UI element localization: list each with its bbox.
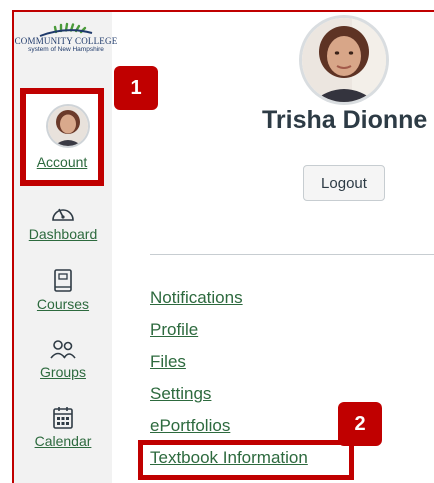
- profile-divider: [150, 254, 434, 255]
- calendar-icon: [53, 407, 73, 429]
- textbook-highlight-box: [138, 440, 354, 480]
- account-nav-label[interactable]: Account: [26, 154, 98, 170]
- callout-badge-1: 1: [114, 66, 158, 110]
- menu-link-settings[interactable]: Settings: [150, 384, 211, 404]
- sidebar-item-label[interactable]: Courses: [14, 296, 112, 312]
- logout-button[interactable]: Logout: [303, 165, 385, 201]
- account-avatar: [48, 106, 88, 146]
- menu-link-notifications[interactable]: Notifications: [150, 288, 243, 308]
- menu-link-eportfolios[interactable]: ePortfolios: [150, 416, 230, 436]
- callout-badge-2: 2: [338, 402, 382, 446]
- menu-link-profile[interactable]: Profile: [150, 320, 198, 340]
- groups-icon: [50, 340, 76, 359]
- sidebar-item-calendar[interactable]: Calendar: [14, 405, 112, 449]
- courses-icon: [54, 269, 72, 292]
- user-display-name: Trisha Dionne: [262, 106, 428, 134]
- logo-line-1: COMMUNITY COLLEGE: [14, 36, 118, 46]
- logo-line-2: system of New Hampshire: [28, 46, 104, 53]
- sidebar-item-label[interactable]: Groups: [14, 364, 112, 380]
- account-nav-item[interactable]: Account: [20, 88, 104, 186]
- sidebar-item-label[interactable]: Dashboard: [14, 226, 112, 242]
- college-logo[interactable]: COMMUNITY COLLEGE system of New Hampshir…: [14, 18, 118, 68]
- sidebar-item-courses[interactable]: Courses: [14, 268, 112, 312]
- sidebar-item-dashboard[interactable]: Dashboard: [14, 200, 112, 242]
- sidebar-item-groups[interactable]: Groups: [14, 338, 112, 380]
- logo-mark-icon: [39, 22, 93, 37]
- menu-link-files[interactable]: Files: [150, 352, 186, 372]
- dashboard-icon: [52, 208, 74, 221]
- sidebar-item-label[interactable]: Calendar: [14, 433, 112, 449]
- profile-avatar: [302, 18, 386, 102]
